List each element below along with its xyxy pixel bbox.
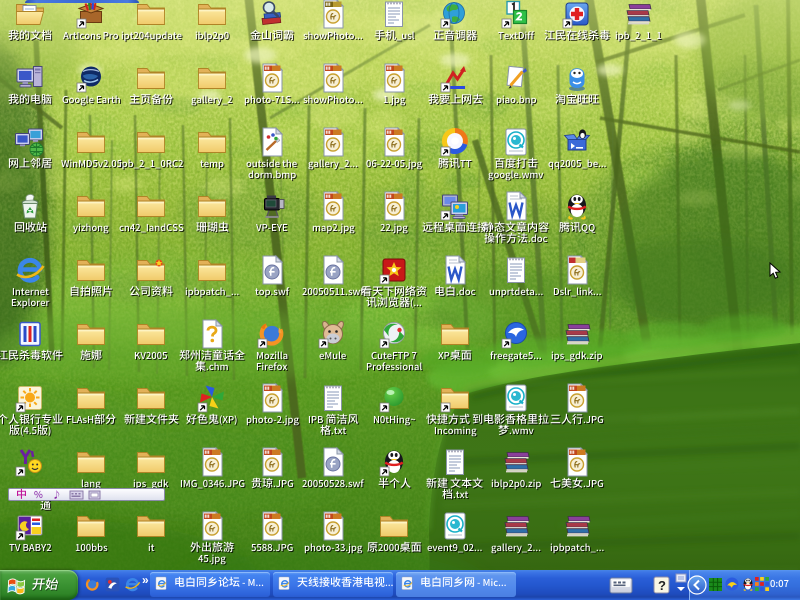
svg-text:?: ? [658,578,666,593]
